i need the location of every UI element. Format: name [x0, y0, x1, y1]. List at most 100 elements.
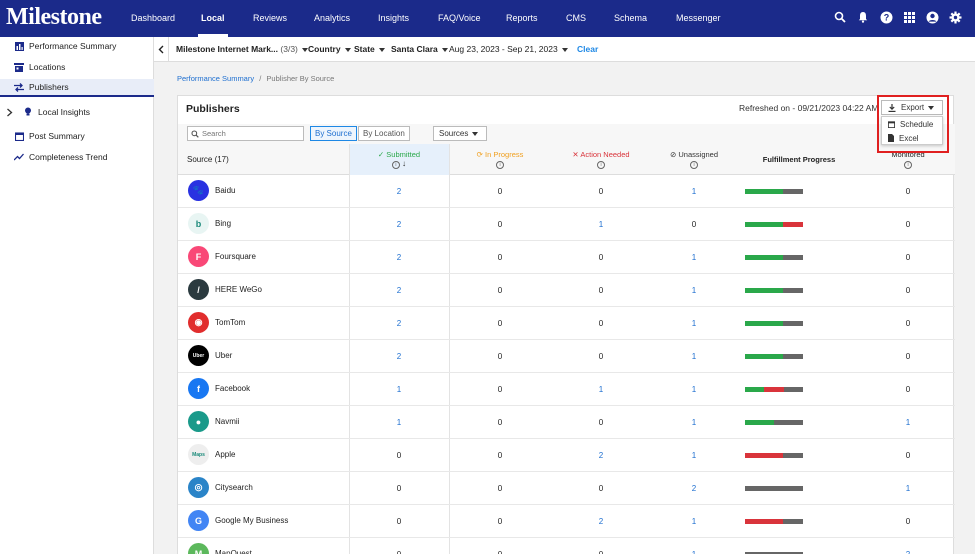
clear-filters-link[interactable]: Clear [577, 44, 598, 54]
action-needed-count[interactable]: 2 [551, 505, 651, 538]
monitored-count: 0 [905, 253, 911, 262]
sidebar-item-locations[interactable]: Locations [0, 58, 154, 76]
search-field[interactable] [187, 126, 304, 141]
breadcrumb-performance-summary[interactable]: Performance Summary [177, 74, 254, 83]
unassigned-count[interactable]: 1 [644, 274, 744, 307]
sidebar-item-local-insights[interactable]: Local Insights [0, 103, 154, 121]
monitored-count[interactable]: 2 [868, 538, 948, 554]
unassigned-count[interactable]: 1 [644, 505, 744, 538]
unassigned-count[interactable]: 1 [644, 175, 744, 208]
breadcrumb: Performance Summary / Publisher By Sourc… [177, 74, 334, 83]
country-filter[interactable]: Country [308, 44, 351, 54]
column-submitted[interactable]: ✓ Submitted i ↓ [349, 144, 449, 175]
search-input[interactable] [202, 129, 297, 138]
source-cell: 🐾 Baidu [188, 180, 235, 201]
export-button[interactable]: Export [881, 100, 943, 115]
column-action-needed[interactable]: ✕ Action Needed i [551, 144, 651, 175]
fulfillment-progress-bar [745, 321, 803, 326]
column-in-progress[interactable]: ⟳ In Progress i [450, 144, 550, 175]
submitted-count[interactable]: 2 [349, 241, 449, 274]
google-my-business-logo-icon: G [188, 510, 209, 531]
sidebar-item-post-summary[interactable]: Post Summary [0, 127, 154, 145]
nav-reviews[interactable]: Reviews [253, 13, 287, 37]
apps-grid-icon[interactable] [902, 10, 916, 24]
settings-icon[interactable] [948, 10, 962, 24]
nav-dashboard[interactable]: Dashboard [131, 13, 175, 37]
info-icon[interactable]: i [690, 161, 698, 169]
submitted-count[interactable]: 2 [349, 175, 449, 208]
unassigned-count[interactable]: 1 [644, 241, 744, 274]
submitted-count[interactable]: 2 [349, 274, 449, 307]
submitted-count[interactable]: 1 [349, 406, 449, 439]
chevron-down-icon [472, 131, 479, 136]
breadcrumb-separator: / [259, 74, 262, 83]
monitored-count[interactable]: 1 [868, 406, 948, 439]
info-icon[interactable]: i [391, 161, 400, 169]
progress-action-needed-segment [764, 387, 784, 392]
sidebar-item-publishers[interactable]: Publishers [0, 79, 154, 97]
nav-local[interactable]: Local [198, 13, 227, 37]
progress-submitted-segment [745, 321, 784, 326]
by-location-toggle[interactable]: By Location [358, 126, 410, 141]
search-icon[interactable] [833, 10, 847, 24]
column-submitted-label: Submitted [386, 150, 421, 159]
date-range-filter[interactable]: Aug 23, 2023 - Sep 21, 2023 [449, 44, 568, 54]
submitted-count[interactable]: 2 [349, 307, 449, 340]
submitted-count[interactable]: 2 [349, 340, 449, 373]
nav-insights[interactable]: Insights [378, 13, 409, 37]
in-progress-count: 0 [497, 418, 503, 427]
nav-analytics[interactable]: Analytics [314, 13, 350, 37]
bell-icon[interactable] [856, 10, 870, 24]
action-needed-count[interactable]: 1 [551, 373, 651, 406]
export-excel-item[interactable]: Excel [882, 131, 942, 145]
unassigned-count[interactable]: 1 [644, 538, 744, 554]
submitted-count[interactable]: 1 [349, 373, 449, 406]
baidu-logo-icon: 🐾 [188, 180, 209, 201]
chevron-down-icon [344, 47, 351, 52]
table-row: / HERE WeGo 2 0 0 1 0 [178, 274, 955, 307]
column-unassigned[interactable]: ⊘ Unassigned i [644, 144, 744, 175]
monitored-count[interactable]: 1 [868, 472, 948, 505]
state-filter[interactable]: State [354, 44, 385, 54]
by-source-toggle[interactable]: By Source [310, 126, 357, 141]
in-progress-count: 0 [497, 286, 503, 295]
unassigned-count[interactable]: 1 [644, 439, 744, 472]
column-fulfillment-progress[interactable]: Fulfillment Progress [745, 144, 853, 175]
table-row: F Foursquare 2 0 0 1 0 [178, 241, 955, 274]
nav-messenger[interactable]: Messenger [676, 13, 721, 37]
table-row: ◉ TomTom 2 0 0 1 0 [178, 307, 955, 340]
nav-schema[interactable]: Schema [614, 13, 647, 37]
column-unassigned-label-wrap: ⊘ Unassigned [670, 150, 718, 159]
info-icon[interactable]: i [904, 161, 912, 169]
sort-descending-icon[interactable]: ↓ [402, 159, 406, 168]
milestone-logo[interactable]: Milestone [6, 4, 102, 31]
unassigned-count[interactable]: 1 [644, 307, 744, 340]
info-icon[interactable]: i [597, 161, 605, 169]
sidebar-item-completeness-trend[interactable]: Completeness Trend [0, 148, 154, 166]
export-schedule-item[interactable]: Schedule [882, 117, 942, 131]
column-source[interactable]: Source (17) [187, 144, 307, 175]
account-icon[interactable] [925, 10, 939, 24]
account-filter[interactable]: Milestone Internet Mark... (3/3) [176, 44, 308, 54]
action-needed-count[interactable]: 1 [551, 208, 651, 241]
unassigned-count[interactable]: 2 [644, 472, 744, 505]
unassigned-count[interactable]: 1 [644, 340, 744, 373]
unassigned-count[interactable]: 1 [644, 406, 744, 439]
sources-dropdown[interactable]: Sources [433, 126, 487, 141]
submitted-count[interactable]: 2 [349, 208, 449, 241]
city-filter[interactable]: Santa Clara [391, 44, 448, 54]
trend-icon [12, 153, 26, 161]
nav-cms[interactable]: CMS [566, 13, 586, 37]
help-icon[interactable]: ? [879, 10, 893, 24]
progress-unassigned-segment [745, 486, 803, 491]
chevron-down-icon [441, 47, 448, 52]
nav-reports[interactable]: Reports [506, 13, 538, 37]
info-icon[interactable]: i [496, 161, 504, 169]
action-needed-count[interactable]: 2 [551, 439, 651, 472]
sidebar-item-performance-summary[interactable]: Performance Summary [0, 37, 154, 55]
collapse-sidebar-button[interactable] [154, 37, 169, 62]
calendar-icon [12, 131, 26, 141]
nav-faq-voice[interactable]: FAQ/Voice [438, 13, 481, 37]
source-name: Navmii [215, 417, 240, 426]
unassigned-count[interactable]: 1 [644, 373, 744, 406]
